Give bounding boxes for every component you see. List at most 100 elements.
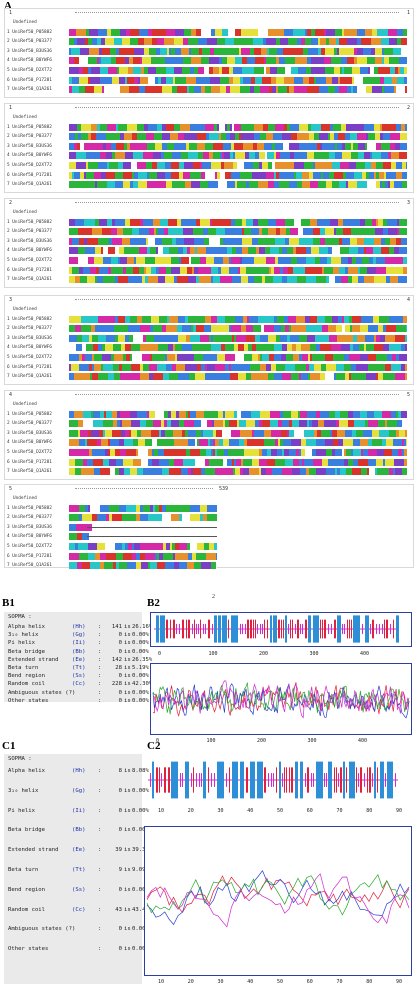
residue-segment [230,373,238,381]
structure-mark [159,767,160,793]
sopma-percent: 0.00% [132,632,149,639]
sopma-count: 228 [111,681,122,688]
residue-segment [120,410,130,418]
residue-segment [180,266,187,274]
residue-segment [204,410,214,418]
residue-segment [112,429,121,437]
ruler-ticks [75,12,399,14]
residue-segment [295,266,305,274]
sopma-state-name: Alpha helix [8,624,46,630]
residue-segment [367,410,374,418]
residue-segment [349,247,358,255]
residue-segment [357,237,364,245]
residue-segment [140,373,149,381]
residue-segment [363,429,372,437]
residue-segment [221,266,229,274]
residue-segment [255,57,264,65]
residue-segment [249,468,259,476]
residue-segment [188,152,198,160]
sopma-colon: : [98,624,102,630]
residue-segment [196,325,204,333]
residue-segment [368,325,378,333]
structure-mark [336,767,337,793]
alignment-block: 2 3 Undefined 1 UniRef50_P05882 2 UniRef50_P… [4,198,414,288]
residue-segment [284,76,294,84]
residue-segment [217,354,225,361]
sopma-row: 3₁₀ helix (Gg) 0 is 0.00%: [8,788,149,798]
residue-segment [124,439,133,447]
residue-segment [234,123,241,131]
residue-segment [116,266,123,274]
residue-segment [360,67,368,74]
residue-segment [386,86,394,94]
residue-segment [138,181,147,189]
residue-segment [321,429,330,437]
residue-segment [311,123,321,131]
residue-segment [314,152,323,160]
residue-segment [191,257,200,264]
residue-segment [221,325,229,333]
residue-segment [292,420,299,428]
residue-segment [162,514,171,522]
structure-mark [264,767,266,793]
residue-segment [335,28,342,36]
residue-segment [270,420,278,428]
sequence-row [69,533,217,541]
residue-segment [324,57,331,65]
sopma-state-name: Bend region [8,673,46,680]
residue-segment [103,420,113,428]
residue-segment [158,276,165,284]
x-tick-label: 40 [247,979,253,984]
structure-mark [344,623,345,635]
residue-segment [388,28,397,36]
x-tick-label: 300 [310,651,319,656]
residue-segment [233,228,242,236]
residue-segment [351,373,361,381]
sopma-row: Random coil (Cc) 43 is 43.43%: [8,907,152,917]
residue-segment [211,162,221,169]
residue-segment [216,228,225,236]
residue-segment [215,373,223,381]
structure-mark [288,623,289,635]
x-tick-label: 30 [218,979,224,984]
residue-segment [148,67,156,74]
residue-segment [118,315,125,323]
residue-segment [348,266,358,274]
sequence-row [69,410,407,418]
residue-segment [363,47,371,55]
residue-segment [173,429,182,437]
sequence-name: 7 UniRef50_Q1A261 [7,374,52,380]
residue-segment [246,334,255,342]
structure-mark [214,773,215,787]
sopma-state-code: (Tt) [72,665,86,671]
residue-segment [328,325,336,333]
residue-segment [377,449,384,456]
residue-segment [126,266,133,274]
residue-segment [178,373,185,381]
residue-segment [299,237,307,245]
residue-segment [142,354,150,361]
sequence-name: 4 UniRef50_B0YWF6 [7,153,52,159]
residue-segment [176,237,184,245]
residue-segment [151,57,158,65]
residue-segment [69,439,79,447]
residue-segment [208,228,216,236]
residue-segment [142,315,151,323]
residue-segment [101,57,111,65]
residue-segment [165,57,174,65]
residue-segment [274,354,281,361]
residue-segment [366,373,376,381]
alignment-block: 3 4 Undefined 1 UniRef50_P05882 2 UniRef50_P… [4,295,414,385]
sopma-is: is [124,656,131,663]
residue-segment [300,410,307,418]
residue-segment [281,181,289,189]
residue-segment [80,276,87,284]
structure-mark [305,773,306,787]
residue-segment [372,429,379,437]
residue-segment [243,458,252,466]
structure-mark [320,619,321,639]
residue-segment [205,123,214,131]
residue-segment [156,67,166,74]
residue-segment [402,420,407,428]
sequence-name: 4 UniRef50_B0YWF6 [7,534,52,540]
